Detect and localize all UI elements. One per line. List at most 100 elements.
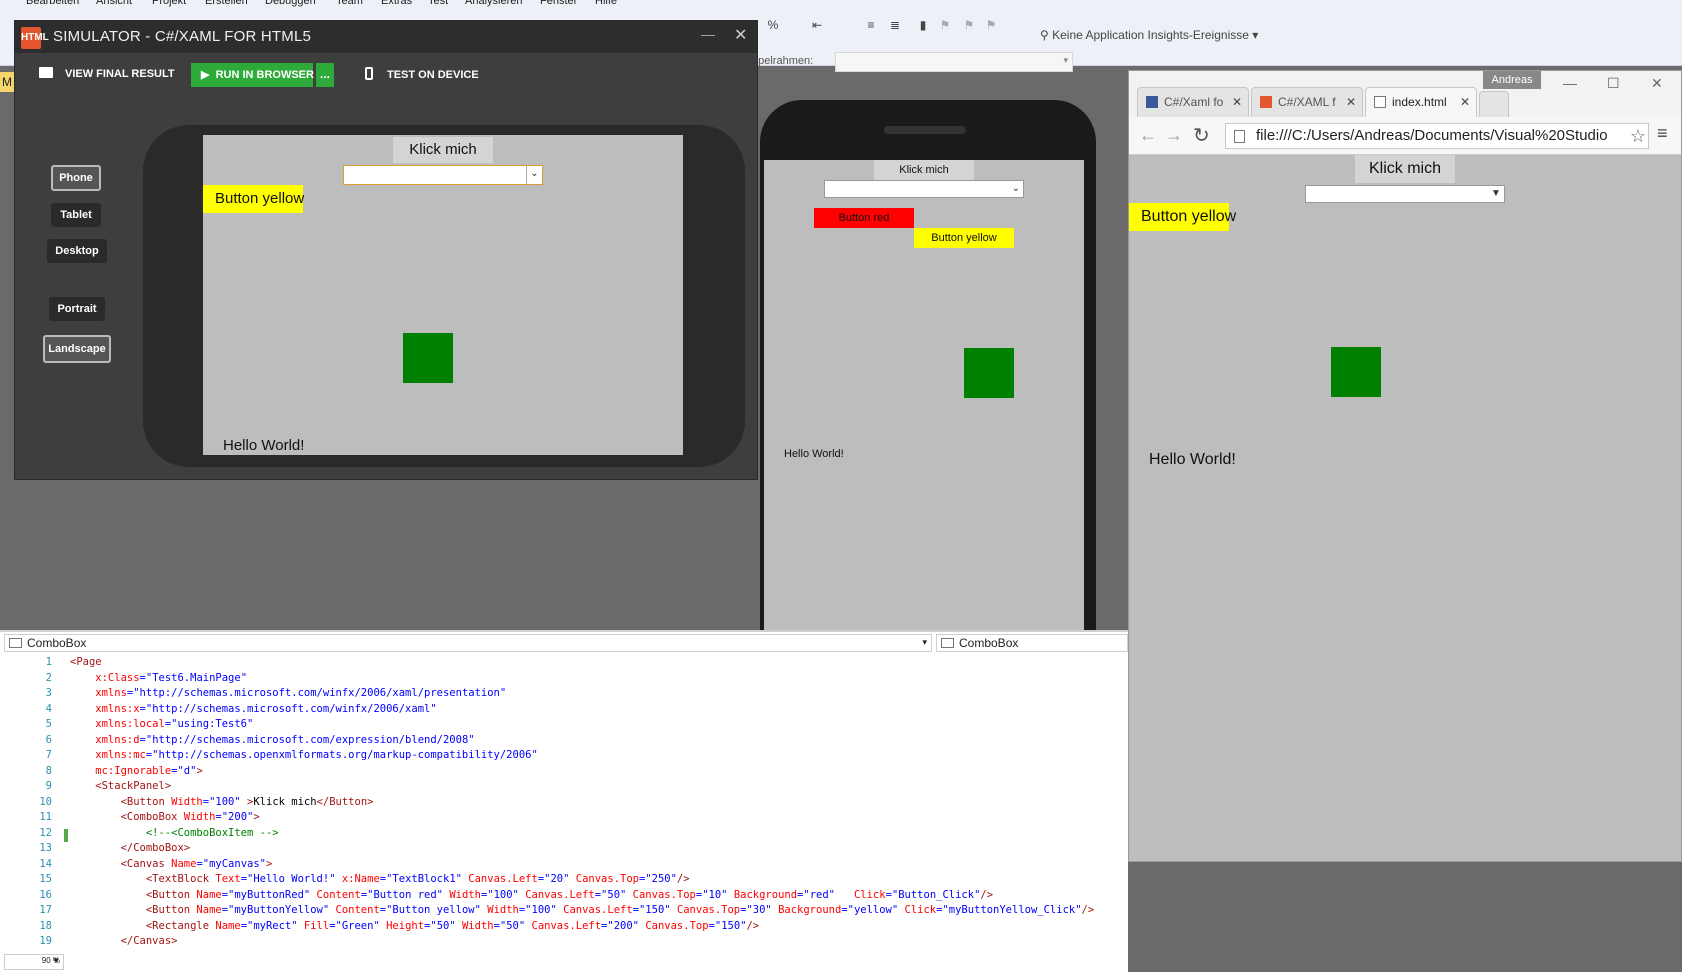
menu-icon[interactable]: ≡ <box>1657 123 1668 144</box>
line-number: 9 <box>45 780 52 792</box>
phone-preview-screen: Klick mich ⌄ Button red Button yellow He… <box>764 160 1084 630</box>
klick-mich-button[interactable]: Klick mich <box>874 160 974 180</box>
code-text: xmlns:d="http://schemas.microsoft.com/ex… <box>70 733 475 746</box>
code-text: </Canvas> <box>70 935 178 947</box>
close-tab-icon[interactable]: ✕ <box>1232 88 1242 116</box>
toolbar-icon[interactable]: ≡ <box>864 18 878 32</box>
view-final-result-button[interactable]: VIEW FINAL RESULT <box>39 67 175 80</box>
stack-frame-label: apelrahmen: <box>752 55 814 67</box>
menu-item[interactable]: Ansicht <box>96 0 132 7</box>
code-text: <!--<ComboBoxItem --> <box>70 826 279 839</box>
combo-box[interactable]: ▼ <box>1305 185 1505 203</box>
code-line: 18 <Rectangle Name="myRect" Fill="Green"… <box>0 920 1128 936</box>
device-phone-button[interactable]: Phone <box>51 165 101 191</box>
line-number: 14 <box>39 857 52 870</box>
left-edge <box>0 66 14 626</box>
minimize-button[interactable]: — <box>1563 75 1577 91</box>
menu-item[interactable]: Projekt <box>152 0 186 7</box>
line-number: 12 <box>39 826 52 839</box>
test-on-device-button[interactable]: TEST ON DEVICE <box>365 67 479 81</box>
reload-icon[interactable]: ↻ <box>1193 123 1210 148</box>
run-options-button[interactable]: ... <box>316 63 334 87</box>
green-rectangle <box>1331 347 1381 397</box>
device-desktop-button[interactable]: Desktop <box>47 239 107 263</box>
type-navigation-dropdown[interactable]: ComboBox ▾ <box>4 634 932 652</box>
star-icon[interactable]: ☆ <box>1629 124 1646 148</box>
line-number: 18 <box>39 919 52 932</box>
code-text: <Button Width="100" >Klick mich</Button> <box>70 795 374 808</box>
button-yellow[interactable]: Button yellow <box>203 185 304 213</box>
menu-item[interactable]: Bearbeiten <box>26 0 79 7</box>
code-text: <Rectangle Name="myRect" Fill="Green" He… <box>70 919 760 932</box>
chrome-tabstrip: C#/Xaml fo ✕ C#/XAML f ✕ index.html ✕ Andre… <box>1129 71 1681 117</box>
hello-world-text: Hello World! <box>223 437 305 454</box>
minimize-button[interactable]: — <box>701 26 715 42</box>
combo-box[interactable]: ⌄ <box>824 180 1024 198</box>
menu-item[interactable]: Erstellen <box>205 0 248 7</box>
menu-item[interactable]: Team <box>336 0 363 7</box>
orientation-portrait-button[interactable]: Portrait <box>49 297 105 321</box>
code-line: 5 xmlns:local="using:Test6" <box>0 718 1128 734</box>
maximize-button[interactable]: ☐ <box>1607 75 1620 92</box>
user-badge[interactable]: Andreas <box>1483 71 1541 89</box>
stack-frame-select[interactable]: ▾ <box>835 52 1073 72</box>
chrome-window: C#/Xaml fo ✕ C#/XAML f ✕ index.html ✕ Andre… <box>1128 70 1682 862</box>
menu-item[interactable]: Hilfe <box>595 0 617 7</box>
code-text: mc:Ignorable="d"> <box>70 764 203 777</box>
close-tab-icon[interactable]: ✕ <box>1460 88 1470 116</box>
klick-mich-button[interactable]: Klick mich <box>393 137 493 163</box>
code-area[interactable]: 1 <Page 2 x:Class="Test6.MainPage" 3 xmlns=… <box>0 656 1128 948</box>
address-bar[interactable]: file:///C:/Users/Andreas/Documents/Visua… <box>1225 123 1649 149</box>
dropdown-arrow-icon: ▼ <box>1491 188 1501 199</box>
orientation-landscape-button[interactable]: Landscape <box>43 335 111 363</box>
menu-item[interactable]: Fenster <box>540 0 577 7</box>
browser-tab[interactable]: C#/Xaml fo ✕ <box>1137 87 1249 117</box>
line-number: 11 <box>39 811 52 823</box>
code-text: <Button Name="myButtonRed" Content="Butt… <box>70 888 994 901</box>
back-icon[interactable]: ← <box>1139 125 1157 146</box>
bookmark-clear-icon[interactable]: ⚑ <box>984 18 998 32</box>
code-line: 6 xmlns:d="http://schemas.microsoft.com/… <box>0 734 1128 750</box>
bookmark-icon[interactable]: ▮ <box>916 18 930 32</box>
hello-world-text: Hello World! <box>784 448 844 460</box>
line-number: 5 <box>45 718 52 730</box>
menu-item[interactable]: Debuggen <box>265 0 316 7</box>
new-tab-button[interactable] <box>1479 91 1509 117</box>
simulator-screen: Klick mich ⌄ Button yellow Hello World! <box>203 135 683 455</box>
chevron-down-icon: ▼ <box>52 956 60 965</box>
document-tab[interactable]: M <box>0 72 14 92</box>
phone-speaker <box>884 126 966 134</box>
toolbar-icon[interactable]: ≣ <box>888 18 902 32</box>
run-in-browser-button[interactable]: ▶ RUN IN BROWSER <box>191 63 314 87</box>
menu-item[interactable]: Extras <box>381 0 412 7</box>
line-number: 10 <box>39 795 52 808</box>
toolbar-icon[interactable]: % <box>766 18 780 32</box>
bookmark-next-icon[interactable]: ⚑ <box>962 18 976 32</box>
button-red[interactable]: Button red <box>814 208 914 228</box>
browser-tab-active[interactable]: index.html ✕ <box>1365 87 1477 117</box>
close-button[interactable]: ✕ <box>1651 75 1663 92</box>
button-yellow[interactable]: Button yellow <box>1129 203 1236 231</box>
folder-icon <box>39 67 53 78</box>
code-line: 1 <Page <box>0 656 1128 672</box>
browser-page: Klick mich ▼ Button yellow Hello World! <box>1129 155 1681 861</box>
menu-item[interactable]: Analysieren <box>465 0 522 7</box>
button-yellow[interactable]: Button yellow <box>914 228 1014 248</box>
browser-tab[interactable]: C#/XAML f ✕ <box>1251 87 1363 117</box>
close-tab-icon[interactable]: ✕ <box>1346 88 1356 116</box>
toolbar-icon[interactable]: ⇤ <box>810 18 824 32</box>
close-button[interactable]: ✕ <box>734 25 747 45</box>
change-indicator <box>64 829 68 842</box>
code-text: </ComboBox> <box>70 842 191 854</box>
code-line: 15 <TextBlock Text="Hello World!" x:Name… <box>0 873 1128 889</box>
klick-mich-button[interactable]: Klick mich <box>1355 155 1455 183</box>
code-text: <ComboBox Width="200"> <box>70 811 260 823</box>
zoom-dropdown[interactable]: 90 % ▼ <box>4 954 64 970</box>
bookmark-prev-icon[interactable]: ⚑ <box>938 18 952 32</box>
combo-box[interactable]: ⌄ <box>343 165 543 185</box>
member-navigation-dropdown[interactable]: ComboBox <box>936 634 1128 652</box>
application-insights-dropdown[interactable]: ⚲ Keine Application Insights-Ereignisse … <box>1040 28 1258 42</box>
menu-item[interactable]: Test <box>428 0 448 7</box>
device-tablet-button[interactable]: Tablet <box>51 203 101 227</box>
forward-icon[interactable]: → <box>1165 125 1183 146</box>
